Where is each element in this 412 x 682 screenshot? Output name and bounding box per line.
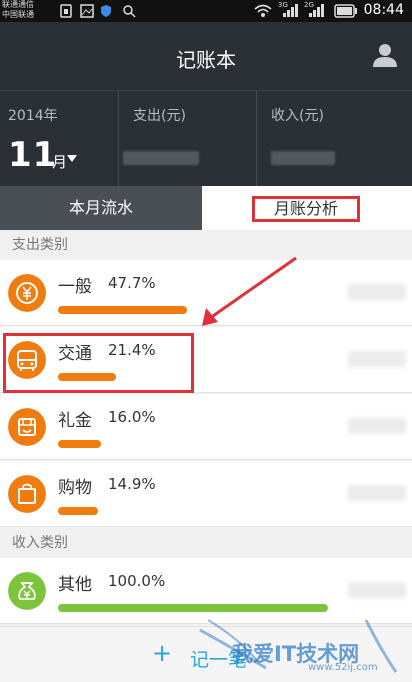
- app-header: 记账本: [0, 22, 412, 90]
- category-percent: 16.0%: [108, 408, 156, 426]
- amount-redacted: [348, 582, 406, 598]
- carrier-line-2: 中国联通: [2, 10, 34, 19]
- carrier-info: 联通通信 中国联通: [2, 0, 34, 20]
- expense-label: 支出(元): [133, 108, 186, 124]
- shield-icon: [101, 5, 111, 17]
- dropdown-caret-icon: [67, 155, 77, 162]
- tab-monthly-analysis-label: 月账分析: [252, 196, 360, 222]
- image-icon: [80, 4, 94, 18]
- status-bar: 联通通信 中国联通 3G 2G 08:44: [0, 0, 412, 22]
- year-label: 2014年: [8, 108, 58, 124]
- sim-icon: [60, 4, 72, 18]
- watermark-url: www.52ij.com: [308, 662, 378, 673]
- yen-icon: [8, 274, 46, 312]
- expense-section-title: 支出类别: [0, 230, 412, 260]
- list-item[interactable]: 一般 47.7%: [0, 260, 412, 326]
- expense-summary: 支出(元): [118, 91, 256, 187]
- category-bar: [58, 306, 187, 314]
- income-label: 收入(元): [271, 108, 324, 124]
- income-amount-redacted: [271, 151, 335, 165]
- plus-icon: +: [152, 639, 173, 667]
- category-name: 购物: [58, 478, 92, 498]
- carrier-line-1: 联通通信: [2, 0, 34, 9]
- category-name: 一般: [58, 277, 92, 297]
- search-icon: [123, 5, 136, 18]
- tab-monthly-analysis[interactable]: 月账分析: [202, 186, 412, 230]
- tab-monthly-flow[interactable]: 本月流水: [0, 186, 202, 230]
- month-summary: 2014年 11 月 支出(元) 收入(元): [0, 90, 412, 187]
- list-item[interactable]: 礼金 16.0%: [0, 394, 412, 460]
- list-item[interactable]: 购物 14.9%: [0, 461, 412, 527]
- income-section-title: 收入类别: [0, 528, 412, 558]
- date-picker[interactable]: 2014年 11 月: [0, 91, 118, 187]
- category-percent: 14.9%: [108, 475, 156, 493]
- category-bar: [58, 440, 101, 448]
- category-bar: [58, 507, 98, 515]
- month-number: 11: [8, 135, 58, 175]
- income-summary: 收入(元): [256, 91, 412, 187]
- page-title: 记账本: [176, 48, 236, 72]
- expense-amount-redacted: [123, 151, 199, 165]
- category-percent: 100.0%: [108, 572, 166, 590]
- amount-redacted: [348, 284, 406, 300]
- signal-icon-2: [309, 4, 324, 17]
- category-percent: 47.7%: [108, 274, 156, 292]
- amount-redacted: [348, 418, 406, 434]
- battery-icon: [334, 4, 357, 18]
- money-bag-icon: [8, 572, 46, 610]
- highlight-box: [3, 333, 194, 393]
- status-time: 08:44: [363, 2, 404, 18]
- wifi-icon: [254, 4, 272, 17]
- amount-redacted: [348, 485, 406, 501]
- shopping-bag-icon: [8, 475, 46, 513]
- view-tabs: 本月流水 月账分析: [0, 186, 412, 230]
- gift-icon: [8, 408, 46, 446]
- category-name: 其他: [58, 575, 92, 595]
- amount-redacted: [348, 351, 406, 367]
- signal-icon: [283, 4, 298, 17]
- user-avatar-icon[interactable]: [372, 42, 398, 68]
- category-name: 礼金: [58, 411, 92, 431]
- month-unit: 月: [52, 153, 68, 171]
